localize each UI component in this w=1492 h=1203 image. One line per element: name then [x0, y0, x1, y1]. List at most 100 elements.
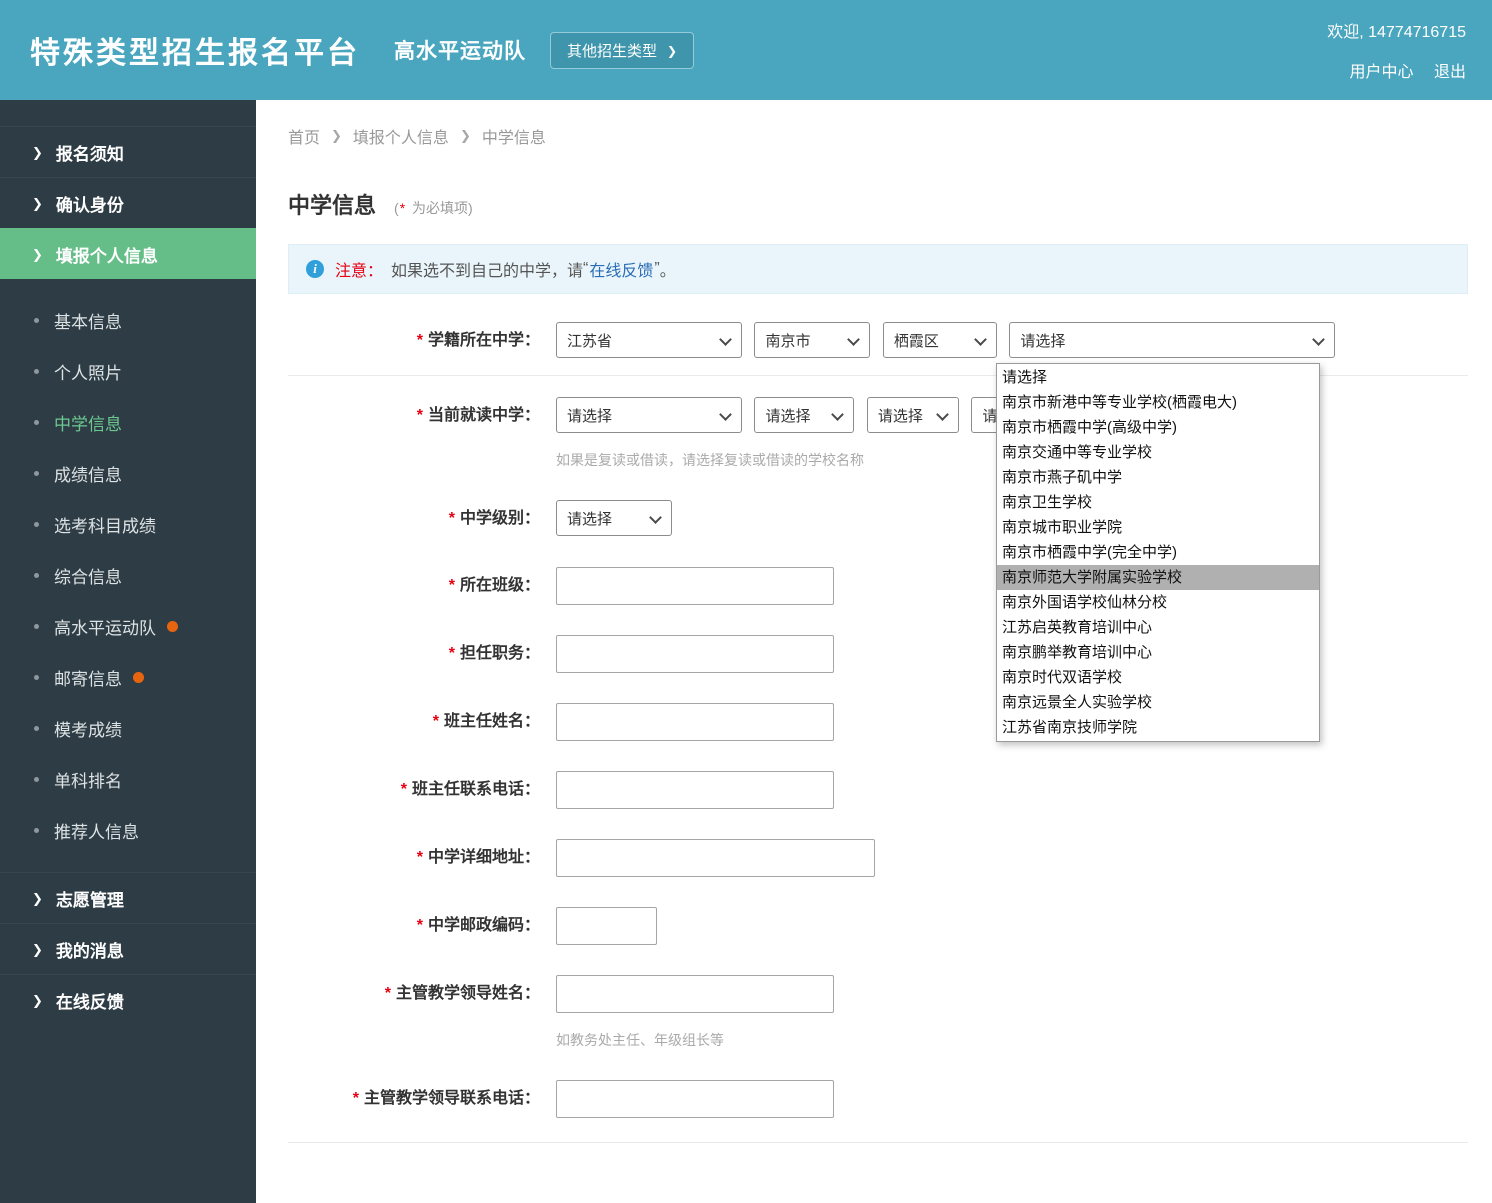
province-select[interactable]: 江苏省: [556, 322, 742, 358]
required-marker: *: [448, 645, 455, 662]
sidebar-item-label: 确认身份: [55, 195, 124, 215]
sidebar-item-online-feedback[interactable]: 在线反馈: [0, 974, 256, 1025]
select-value: 栖霞区: [893, 332, 939, 350]
note-text: 为必填项): [408, 200, 473, 216]
field-label: * 中学级别：: [288, 500, 540, 537]
dropdown-option[interactable]: 南京时代双语学校: [997, 665, 1319, 690]
sidebar-item-label: 报名须知: [55, 144, 124, 164]
required-marker: *: [384, 985, 391, 1002]
school-level-select[interactable]: 请选择: [556, 500, 672, 536]
district-select[interactable]: 栖霞区: [882, 322, 997, 358]
breadcrumb-home[interactable]: 首页: [288, 124, 320, 148]
sidebar-subitem-mock-exam-scores[interactable]: 模考成绩: [0, 703, 256, 754]
app-title: 特殊类型招生报名平台: [30, 37, 360, 70]
teaching-leader-name-input[interactable]: [556, 975, 834, 1013]
sidebar-subitem-single-subject-rank[interactable]: 单科排名: [0, 754, 256, 805]
dropdown-option[interactable]: 南京市栖霞中学(完全中学): [997, 540, 1319, 565]
dropdown-option[interactable]: 南京市栖霞中学(高级中学): [997, 415, 1319, 440]
sidebar-subitem-label: 基本信息: [54, 313, 122, 332]
form-row-registered-school: * 学籍所在中学： 江苏省 南京市 栖霞区 请选择 请选择 南京市新港中等专业学校…: [288, 322, 1468, 742]
notice-suffix: 。: [659, 263, 676, 280]
dropdown-option-highlighted[interactable]: 南京师范大学附属实验学校: [997, 565, 1319, 590]
sidebar-subitem-label: 模考成绩: [54, 721, 122, 740]
teaching-leader-phone-input[interactable]: [556, 1080, 834, 1118]
field-label: * 主管教学领导姓名：: [288, 975, 540, 1012]
online-feedback-link[interactable]: 在线反馈: [589, 257, 653, 281]
sidebar-item-registration-notice[interactable]: 报名须知: [0, 126, 256, 177]
header-subtitle: 高水平运动队: [394, 40, 526, 63]
field-label: * 当前就读中学：: [288, 397, 540, 434]
sidebar-subitem-comprehensive-info[interactable]: 综合信息: [0, 550, 256, 601]
sidebar-subitem-elective-scores[interactable]: 选考科目成绩: [0, 499, 256, 550]
sidebar-subitem-recommender-info[interactable]: 推荐人信息: [0, 805, 256, 856]
field-label: * 班主任姓名：: [288, 703, 540, 740]
city-select[interactable]: 南京市: [754, 322, 871, 358]
head-teacher-name-input[interactable]: [556, 703, 834, 741]
sidebar-item-personal-info[interactable]: 填报个人信息: [0, 228, 256, 279]
dropdown-option[interactable]: 南京市新港中等专业学校(栖霞电大): [997, 390, 1319, 415]
school-postcode-input[interactable]: [556, 907, 657, 945]
sidebar-item-label: 填报个人信息: [55, 246, 158, 266]
required-marker: *: [400, 781, 407, 798]
dropdown-option[interactable]: 南京鹏举教育培训中心: [997, 640, 1319, 665]
dropdown-option[interactable]: 南京远景全人实验学校: [997, 690, 1319, 715]
form-row-school-postcode: * 中学邮政编码：: [288, 907, 1468, 945]
sidebar-subitem-photo[interactable]: 个人照片: [0, 346, 256, 397]
position-input[interactable]: [556, 635, 834, 673]
sidebar-item-label: 我的消息: [55, 941, 124, 961]
required-marker: *: [416, 849, 423, 866]
dropdown-option[interactable]: 南京卫生学校: [997, 490, 1319, 515]
dropdown-option[interactable]: 江苏启英教育培训中心: [997, 615, 1319, 640]
head-teacher-phone-input[interactable]: [556, 771, 834, 809]
chevron-right-icon: [32, 193, 56, 213]
dropdown-option[interactable]: 请选择: [997, 365, 1319, 390]
page-title: 中学信息: [288, 193, 377, 218]
middle-school-form: * 学籍所在中学： 江苏省 南京市 栖霞区 请选择 请选择 南京市新港中等专业学校…: [288, 322, 1468, 1143]
sidebar-item-application-management[interactable]: 志愿管理: [0, 872, 256, 923]
required-marker: *: [416, 917, 423, 934]
dropdown-option[interactable]: 南京市燕子矶中学: [997, 465, 1319, 490]
dropdown-option[interactable]: 江苏省南京技师学院: [997, 715, 1319, 740]
field-label-text: 担任职务：: [459, 645, 540, 662]
bullet-dot-icon: [34, 777, 39, 782]
required-marker: *: [352, 1090, 359, 1107]
field-label-text: 主管教学领导联系电话：: [363, 1090, 540, 1107]
class-name-input[interactable]: [556, 567, 834, 605]
bullet-dot-icon: [34, 828, 39, 833]
breadcrumb-personal-info[interactable]: 填报个人信息: [353, 124, 449, 148]
school-address-input[interactable]: [556, 839, 875, 877]
field-label-text: 中学级别：: [459, 510, 540, 527]
sidebar-subitem-mailing-info[interactable]: 邮寄信息: [0, 652, 256, 703]
current-city-select[interactable]: 请选择: [754, 397, 855, 433]
sidebar-subitem-label: 成绩信息: [54, 466, 122, 485]
sidebar-subitem-label: 综合信息: [54, 568, 122, 587]
bullet-dot-icon: [34, 624, 39, 629]
form-bottom-divider: [288, 1142, 1468, 1143]
school-select[interactable]: 请选择: [1009, 322, 1336, 358]
required-marker: *: [448, 510, 455, 527]
sidebar-item-my-messages[interactable]: 我的消息: [0, 923, 256, 974]
dropdown-option[interactable]: 南京城市职业学院: [997, 515, 1319, 540]
user-center-link[interactable]: 用户中心: [1350, 64, 1414, 81]
bullet-dot-icon: [34, 726, 39, 731]
dropdown-option[interactable]: 南京交通中等专业学校: [997, 440, 1319, 465]
notice-label: 注意：: [335, 263, 384, 280]
current-district-select[interactable]: 请选择: [866, 397, 959, 433]
bullet-dot-icon: [34, 420, 39, 425]
sidebar-item-confirm-identity[interactable]: 确认身份: [0, 177, 256, 228]
current-province-select[interactable]: 请选择: [556, 397, 742, 433]
select-value: 请选择: [1020, 332, 1066, 350]
bullet-dot-icon: [34, 573, 39, 578]
other-enroll-types-button[interactable]: 其他招生类型: [550, 31, 695, 69]
dropdown-option[interactable]: 南京外国语学校仙林分校: [997, 590, 1319, 615]
select-value: 请选择: [877, 407, 923, 425]
field-label: * 中学详细地址：: [288, 839, 540, 876]
sidebar-subitem-score-info[interactable]: 成绩信息: [0, 448, 256, 499]
select-value: 请选择: [567, 407, 613, 425]
chevron-right-icon: [657, 42, 677, 59]
sidebar-subitem-sports-team[interactable]: 高水平运动队: [0, 601, 256, 652]
sidebar-subitem-middle-school-info[interactable]: 中学信息: [0, 397, 256, 448]
sidebar-subitem-basic-info[interactable]: 基本信息: [0, 295, 256, 346]
notice-banner: 注意： 如果选不到自己的中学，请 “ 在线反馈 ” 。: [288, 244, 1468, 294]
logout-link[interactable]: 退出: [1434, 64, 1466, 81]
